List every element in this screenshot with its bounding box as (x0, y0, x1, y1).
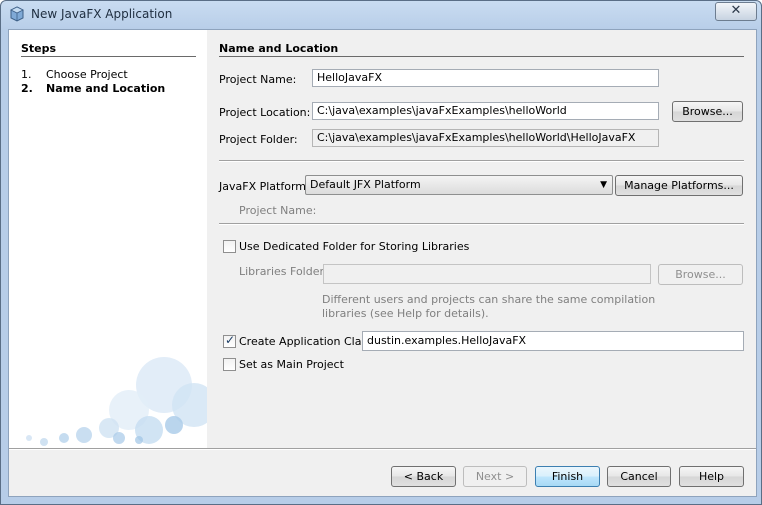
project-folder-field: C:\java\examples\javaFxExamples\helloWor… (312, 129, 659, 147)
platform-select[interactable]: Default JFX Platform ▼ (305, 175, 613, 195)
dialog-window: New JavaFX Application ✕ Steps 1. Choose … (0, 0, 762, 505)
libraries-folder-label: Libraries Folder: (239, 265, 328, 278)
platform-selected-value: Default JFX Platform (310, 178, 421, 191)
help-text-line-2: libraries (see Help for details). (322, 307, 489, 320)
back-button[interactable]: < Back (391, 466, 456, 487)
steps-title: Steps (21, 42, 57, 55)
checkmark-icon: ✓ (225, 333, 236, 347)
help-text-line-1: Different users and projects can share t… (322, 293, 656, 306)
step-choose-project: 1. Choose Project (21, 68, 128, 81)
step-number: 2. (21, 82, 33, 95)
step-label: Name and Location (46, 82, 166, 95)
separator (219, 223, 744, 225)
platform-project-name-label: Project Name: (239, 204, 317, 217)
steps-panel: Steps 1. Choose Project 2. Name and Locati… (9, 30, 207, 448)
page-title: Name and Location (219, 42, 339, 55)
set-main-project-label[interactable]: Set as Main Project (239, 358, 344, 371)
browse-location-button[interactable]: Browse... (672, 101, 743, 122)
step-number: 1. (21, 68, 32, 81)
create-app-class-label[interactable]: Create Application Class (239, 335, 373, 348)
app-class-input[interactable]: dustin.examples.HelloJavaFX (362, 331, 744, 351)
help-button[interactable]: Help (679, 466, 744, 487)
title-divider (219, 56, 744, 57)
project-name-input[interactable]: HelloJavaFX (312, 69, 659, 87)
libraries-browse-button: Browse... (658, 264, 743, 285)
set-main-project-checkbox[interactable] (223, 358, 236, 371)
title-bar[interactable]: New JavaFX Application ✕ (1, 1, 761, 29)
button-bar-separator (9, 448, 756, 450)
step-name-and-location: 2. Name and Location (21, 82, 165, 95)
cancel-button[interactable]: Cancel (607, 466, 671, 487)
separator (219, 160, 744, 162)
window-title: New JavaFX Application (31, 7, 173, 21)
javafx-app-icon (10, 6, 24, 22)
chevron-down-icon: ▼ (600, 180, 607, 190)
manage-platforms-button[interactable]: Manage Platforms... (615, 175, 743, 196)
finish-button[interactable]: Finish (535, 466, 600, 487)
project-location-label: Project Location: (219, 106, 311, 119)
dedicated-folder-label[interactable]: Use Dedicated Folder for Storing Librari… (239, 240, 469, 253)
create-app-class-checkbox[interactable]: ✓ (223, 333, 236, 348)
next-button: Next > (463, 466, 527, 487)
close-icon: ✕ (730, 3, 742, 18)
platform-label: JavaFX Platform: (219, 180, 310, 193)
dialog-content: Steps 1. Choose Project 2. Name and Locati… (8, 29, 757, 497)
step-label: Choose Project (46, 68, 128, 81)
project-location-input[interactable]: C:\java\examples\javaFxExamples\helloWor… (312, 102, 659, 120)
close-button[interactable]: ✕ (715, 2, 757, 21)
project-name-label: Project Name: (219, 73, 297, 86)
project-folder-label: Project Folder: (219, 133, 298, 146)
decorative-bubbles-image (26, 357, 207, 446)
dedicated-folder-checkbox[interactable] (223, 240, 236, 253)
steps-divider (21, 56, 196, 57)
libraries-folder-input (323, 264, 651, 284)
